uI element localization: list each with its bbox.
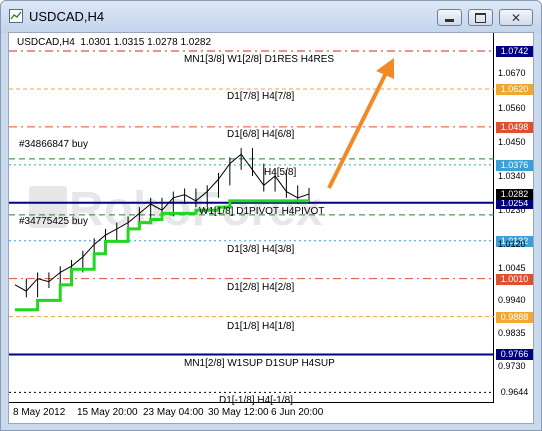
time-label: 15 May 20:00 xyxy=(77,407,138,418)
time-label: 6 Jun 20:00 xyxy=(271,407,324,418)
current-price-badge: 1.0282 xyxy=(496,189,533,201)
order-label: #34775425 buy xyxy=(19,216,88,227)
level-label: MN1[3/8] W1[2/8] D1RES H4RES xyxy=(184,54,335,65)
price-level-badge: 0.9644 xyxy=(496,387,533,399)
time-label: 23 May 04:00 xyxy=(143,407,204,418)
target-arrow xyxy=(327,58,394,189)
arrow-shaft xyxy=(327,70,389,189)
price-level-badge: 1.0742 xyxy=(496,46,533,58)
symbol-ohlc-readout: USDCAD,H4 1.0301 1.0315 1.0278 1.0282 xyxy=(17,37,212,48)
window-title: USDCAD,H4 xyxy=(29,9,105,24)
price-level-badge: 1.0498 xyxy=(496,121,533,133)
level-label: D1[6/8] H4[6/8] xyxy=(227,129,295,140)
level-label: D1[2/8] H4[2/8] xyxy=(227,282,295,293)
price-tick: 1.0340 xyxy=(498,171,526,182)
price-tick: 1.0670 xyxy=(498,68,526,79)
price-level-badge: 1.0620 xyxy=(496,83,533,95)
price-tick: 1.0120 xyxy=(498,239,526,250)
price-level-badge: 1.0010 xyxy=(496,273,533,285)
title-bar[interactable]: USDCAD,H4 ✕ xyxy=(1,1,541,33)
close-icon: ✕ xyxy=(510,10,522,25)
minimize-icon xyxy=(445,19,454,22)
price-level-badge: 0.9888 xyxy=(496,311,533,323)
minimize-button[interactable] xyxy=(437,9,462,26)
level-label: D1[1/8] H4[1/8] xyxy=(227,321,295,332)
price-tick: 1.0560 xyxy=(498,102,526,113)
price-level-badge: 1.0376 xyxy=(496,159,533,171)
time-label: 30 May 12:00 xyxy=(208,407,269,418)
close-button[interactable]: ✕ xyxy=(499,9,533,26)
time-label: 8 May 2012 xyxy=(13,407,66,418)
level-label: D1[-1/8] H4[-1/8] xyxy=(219,395,293,406)
price-tick: 1.0450 xyxy=(498,136,526,147)
chart-area[interactable]: RoboForex USDCAD,H4 1.0301 1.0315 1.0278… xyxy=(8,32,534,424)
price-tick: 0.9835 xyxy=(498,328,526,339)
price-tick: 0.9940 xyxy=(498,295,526,306)
price-tick: 1.0230 xyxy=(498,205,526,216)
price-tick: 1.0045 xyxy=(498,262,526,273)
level-label: D1[3/8] H4[3/8] xyxy=(227,244,295,255)
level-label: H4[5/8] xyxy=(264,167,297,178)
chart-icon xyxy=(9,9,23,23)
chart-window: USDCAD,H4 ✕ RoboForex USDCAD,H4 1.0301 1… xyxy=(0,0,542,431)
maximize-button[interactable] xyxy=(468,9,493,26)
level-label: D1[7/8] H4[7/8] xyxy=(227,91,295,102)
price-level-badge: 0.9766 xyxy=(496,349,533,361)
maximize-icon xyxy=(475,12,486,23)
level-label: MN1[2/8] W1SUP D1SUP H4SUP xyxy=(184,358,335,369)
order-label: #34866847 buy xyxy=(19,139,88,150)
price-tick: 0.9730 xyxy=(498,360,526,371)
level-label: W1[1/8] D1PIVOT H4PIVOT xyxy=(199,206,325,217)
